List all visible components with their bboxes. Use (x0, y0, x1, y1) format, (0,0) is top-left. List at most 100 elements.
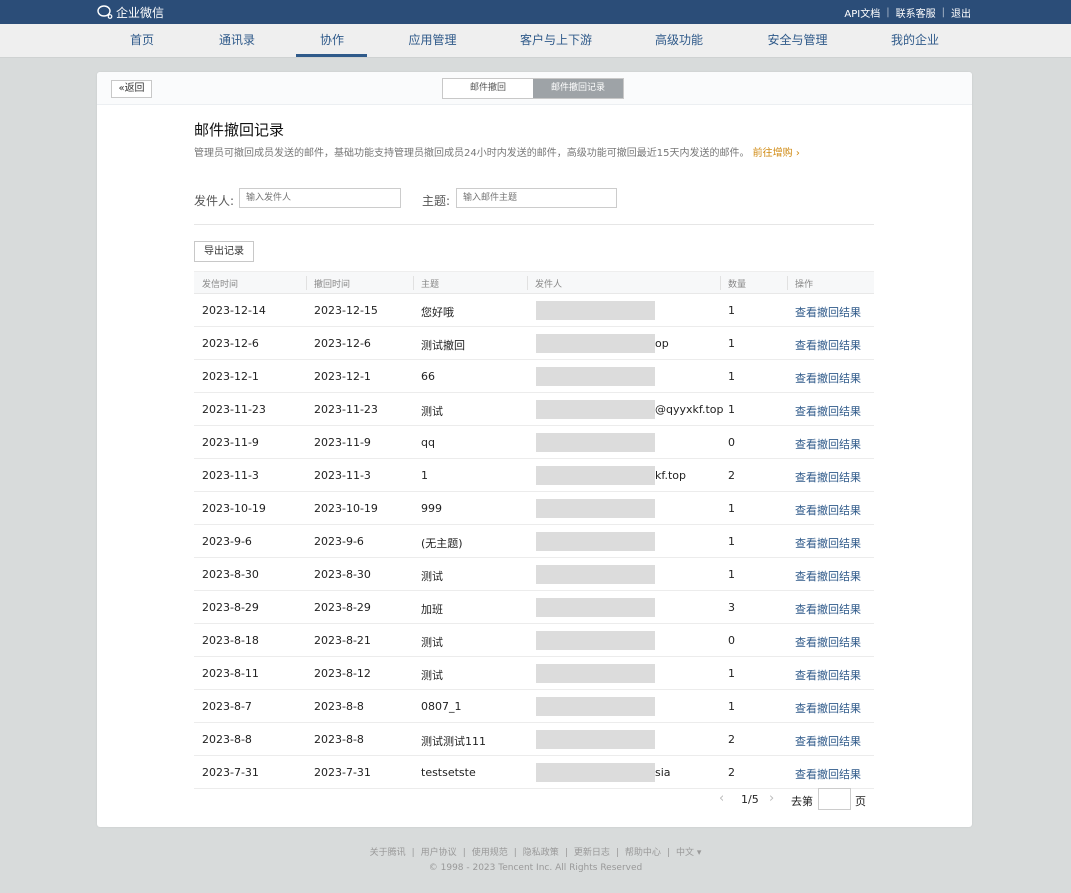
subject-cell: 999 (421, 502, 442, 515)
tab-mail-recall[interactable]: 邮件撤回 (443, 79, 533, 98)
upgrade-link[interactable]: 前往增购 › (753, 148, 800, 159)
subject-input[interactable] (456, 188, 617, 208)
view-recall-result-link[interactable]: 查看撤回结果 (795, 304, 861, 320)
export-records-button[interactable]: 导出记录 (194, 241, 254, 262)
recall-time-cell: 2023-12-1 (314, 370, 371, 383)
footer-link[interactable]: 更新日志 (574, 848, 610, 858)
subject-filter-label: 主题: (422, 194, 451, 208)
sender-input[interactable] (239, 188, 401, 208)
prev-page-icon[interactable]: ‹ (719, 791, 724, 806)
view-recall-result-link[interactable]: 查看撤回结果 (795, 370, 861, 386)
separator: | (941, 7, 945, 18)
table-row: 2023-11-3 2023-11-3 1 2 查看撤回结果 kf.top (194, 459, 874, 492)
view-recall-result-link[interactable]: 查看撤回结果 (795, 502, 861, 518)
chevron-right-icon: › (795, 148, 800, 159)
view-recall-result-link[interactable]: 查看撤回结果 (795, 403, 861, 419)
view-recall-result-link[interactable]: 查看撤回结果 (795, 667, 861, 683)
count-cell: 1 (728, 304, 735, 317)
goto-page-input[interactable] (818, 788, 851, 810)
nav-contacts[interactable]: 通讯录 (192, 24, 282, 57)
top-links: API文档 | 联系客服 | 退出 (844, 5, 971, 20)
next-page-icon[interactable]: › (769, 791, 774, 806)
upgrade-link-label: 前往增购 (752, 148, 793, 159)
count-cell: 2 (728, 766, 735, 779)
table-row: 2023-8-7 2023-8-8 0807_1 1 查看撤回结果 (194, 690, 874, 723)
active-tab-indicator (296, 54, 367, 57)
wecom-logo-icon (97, 5, 113, 19)
nav-collaboration[interactable]: 协作 (287, 24, 377, 57)
table-row: 2023-11-23 2023-11-23 测试 1 查看撤回结果 @qyyxkf.top (194, 393, 874, 426)
tab-switcher: 邮件撤回 邮件撤回记录 (442, 78, 624, 99)
separator: | (886, 7, 890, 18)
table-row: 2023-8-30 2023-8-30 测试 1 查看撤回结果 (194, 558, 874, 591)
nav-app-management[interactable]: 应用管理 (385, 24, 480, 57)
sent-time-cell: 2023-12-14 (202, 304, 266, 317)
view-recall-result-link[interactable]: 查看撤回结果 (795, 568, 861, 584)
api-docs-link[interactable]: API文档 (844, 5, 880, 20)
recall-time-cell: 2023-11-23 (314, 403, 378, 416)
view-recall-result-link[interactable]: 查看撤回结果 (795, 535, 861, 551)
view-recall-result-link[interactable]: 查看撤回结果 (795, 601, 861, 617)
sender-redaction-mask (536, 367, 655, 386)
nav-advanced[interactable]: 高级功能 (634, 24, 724, 57)
view-recall-result-link[interactable]: 查看撤回结果 (795, 733, 861, 749)
sender-redaction-mask (536, 631, 655, 650)
view-recall-result-link[interactable]: 查看撤回结果 (795, 469, 861, 485)
table-row: 2023-8-29 2023-8-29 加班 3 查看撤回结果 (194, 591, 874, 624)
nav-home[interactable]: 首页 (97, 24, 187, 57)
copyright: © 1998 - 2023 Tencent Inc. All Rights Re… (428, 863, 643, 873)
count-cell: 1 (728, 337, 735, 350)
logout-link[interactable]: 退出 (951, 5, 971, 20)
footer-link[interactable]: 用户协议 (421, 848, 457, 858)
separator: | (666, 848, 670, 858)
table-row: 2023-8-8 2023-8-8 测试测试111 2 查看撤回结果 (194, 723, 874, 756)
footer-link[interactable]: 隐私政策 (523, 848, 559, 858)
sender-cell: op (655, 337, 669, 350)
footer-links: 关于腾讯 | 用户协议 | 使用规范 | 隐私政策 | 更新日志 | 帮助中心 | 中文 ▾ (0, 845, 1071, 858)
goto-prefix: 去第 (791, 795, 813, 808)
recall-time-cell: 2023-11-3 (314, 469, 371, 482)
view-recall-result-link[interactable]: 查看撤回结果 (795, 436, 861, 452)
col-subject: 主题 (421, 280, 440, 290)
view-recall-result-link[interactable]: 查看撤回结果 (795, 766, 861, 782)
recall-time-cell: 2023-8-8 (314, 700, 364, 713)
nav-customers[interactable]: 客户与上下游 (506, 24, 606, 57)
sent-time-cell: 2023-11-3 (202, 469, 259, 482)
table-row: 2023-12-14 2023-12-15 您好哦 1 查看撤回结果 (194, 294, 874, 327)
count-cell: 1 (728, 667, 735, 680)
separator: | (615, 848, 619, 858)
nav-security[interactable]: 安全与管理 (750, 24, 845, 57)
col-action: 操作 (795, 280, 814, 290)
count-cell: 3 (728, 601, 735, 614)
panel-header: «返回 邮件撤回 邮件撤回记录 (97, 72, 972, 105)
view-recall-result-link[interactable]: 查看撤回结果 (795, 634, 861, 650)
footer-link[interactable]: 帮助中心 (625, 848, 661, 858)
view-recall-result-link[interactable]: 查看撤回结果 (795, 337, 861, 353)
sender-cell: sia (655, 766, 671, 779)
subject-cell: 测试 (421, 570, 443, 583)
count-cell: 1 (728, 700, 735, 713)
col-sent-time: 发信时间 (202, 280, 239, 290)
table-row: 2023-12-6 2023-12-6 测试撤回 1 查看撤回结果 op (194, 327, 874, 360)
sent-time-cell: 2023-8-7 (202, 700, 252, 713)
separator: | (411, 848, 415, 858)
subject-cell: 测试撤回 (421, 339, 465, 352)
footer-link[interactable]: 中文 ▾ (676, 848, 701, 858)
main-nav: 首页 通讯录 协作 应用管理 客户与上下游 高级功能 安全与管理 我的企业 (0, 24, 1071, 58)
tab-recall-records[interactable]: 邮件撤回记录 (533, 79, 623, 98)
logo-text: 企业微信 (116, 5, 165, 20)
sender-redaction-mask (536, 334, 655, 353)
col-count: 数量 (728, 280, 747, 290)
table-row: 2023-12-1 2023-12-1 66 1 查看撤回结果 (194, 360, 874, 393)
contact-support-link[interactable]: 联系客服 (896, 5, 936, 20)
footer-link[interactable]: 关于腾讯 (370, 848, 406, 858)
sender-cell: @qyyxkf.top (655, 403, 724, 416)
sent-time-cell: 2023-8-8 (202, 733, 252, 746)
column-separator (527, 276, 528, 290)
nav-my-company[interactable]: 我的企业 (870, 24, 960, 57)
sender-redaction-mask (536, 664, 655, 683)
back-button[interactable]: «返回 (111, 80, 152, 98)
footer-link[interactable]: 使用规范 (472, 848, 508, 858)
logo[interactable]: 企业微信 (97, 3, 164, 21)
view-recall-result-link[interactable]: 查看撤回结果 (795, 700, 861, 716)
